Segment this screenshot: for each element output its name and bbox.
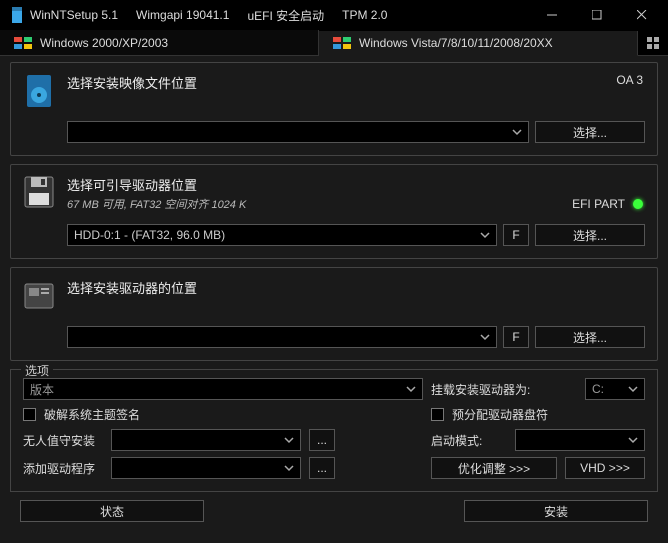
image-location-group: 选择安装映像文件位置 OA 3 选择... <box>10 62 658 156</box>
app-icon <box>10 7 24 23</box>
install-select-button[interactable]: 选择... <box>535 326 645 348</box>
add-driver-browse-button[interactable]: ... <box>309 457 335 479</box>
status-button[interactable]: 状态 <box>20 500 204 522</box>
chevron-down-icon <box>478 228 492 245</box>
image-location-title: 选择安装映像文件位置 <box>67 73 197 92</box>
efi-part-badge: EFI PART <box>572 197 625 211</box>
disc-box-icon <box>23 73 55 109</box>
boot-select-button[interactable]: 选择... <box>535 224 645 246</box>
status-led-icon <box>633 199 643 209</box>
add-driver-label: 添加驱动程序 <box>23 460 103 477</box>
tab-modern-label: Windows Vista/7/8/10/11/2008/20XX <box>359 36 553 50</box>
boot-drive-title: 选择可引导驱动器位置 <box>67 175 246 194</box>
version-select[interactable]: 版本 <box>23 378 423 400</box>
tab-menu-button[interactable] <box>638 30 668 55</box>
tpm-label: TPM 2.0 <box>342 8 387 22</box>
unattended-browse-button[interactable]: ... <box>309 429 335 451</box>
windows-flag-icon <box>14 37 32 49</box>
chevron-down-icon <box>282 433 296 450</box>
minimize-button[interactable] <box>529 0 574 30</box>
options-legend: 选项 <box>21 362 53 379</box>
uefi-label: uEFI 安全启动 <box>247 7 324 24</box>
image-path-combo[interactable] <box>67 121 529 143</box>
install-drive-combo[interactable] <box>67 326 497 348</box>
unattended-select[interactable] <box>111 429 301 451</box>
oa3-badge: OA 3 <box>616 73 643 87</box>
floppy-icon <box>23 175 55 211</box>
image-select-button[interactable]: 选择... <box>535 121 645 143</box>
tab-legacy-label: Windows 2000/XP/2003 <box>40 36 168 50</box>
crack-theme-label: 破解系统主题签名 <box>44 406 140 423</box>
options-group: 选项 版本 挂载安装驱动器为: C: <box>10 369 658 492</box>
app-title: WinNTSetup 5.1 <box>30 8 118 22</box>
install-drive-title: 选择安装驱动器的位置 <box>67 278 197 297</box>
maximize-button[interactable] <box>574 0 619 30</box>
prealloc-checkbox[interactable] <box>431 408 444 421</box>
chevron-down-icon <box>626 433 640 450</box>
close-button[interactable] <box>619 0 664 30</box>
add-driver-select[interactable] <box>111 457 301 479</box>
mount-value: C: <box>592 382 604 396</box>
chevron-down-icon <box>510 125 524 142</box>
wimgapi-label: Wimgapi 19041.1 <box>136 8 229 22</box>
boot-drive-sub: 67 MB 可用, FAT32 空间对齐 1024 K <box>67 196 246 212</box>
install-drive-icon <box>23 278 55 314</box>
windows-flag-icon <box>333 37 351 49</box>
titlebar: WinNTSetup 5.1 Wimgapi 19041.1 uEFI 安全启动… <box>0 0 668 30</box>
install-button[interactable]: 安装 <box>464 500 648 522</box>
unattended-label: 无人值守安装 <box>23 432 103 449</box>
boot-format-button[interactable]: F <box>503 224 529 246</box>
chevron-down-icon <box>478 330 492 347</box>
crack-theme-checkbox[interactable] <box>23 408 36 421</box>
chevron-down-icon <box>404 382 418 399</box>
boot-mode-select[interactable] <box>515 429 645 451</box>
install-drive-group: 选择安装驱动器的位置 F 选择... <box>10 267 658 361</box>
boot-drive-value: HDD-0:1 - (FAT32, 96.0 MB) <box>74 228 225 242</box>
prealloc-label: 预分配驱动器盘符 <box>452 406 548 423</box>
boot-mode-label: 启动模式: <box>431 432 482 449</box>
tab-modern[interactable]: Windows Vista/7/8/10/11/2008/20XX <box>319 31 638 56</box>
chevron-down-icon <box>626 382 640 399</box>
chevron-down-icon <box>282 461 296 478</box>
mount-letter-select[interactable]: C: <box>585 378 645 400</box>
mount-label: 挂载安装驱动器为: <box>431 381 530 398</box>
tab-bar: Windows 2000/XP/2003 Windows Vista/7/8/1… <box>0 30 668 56</box>
vhd-button[interactable]: VHD >>> <box>565 457 645 479</box>
footer: 状态 安装 <box>10 500 658 532</box>
version-placeholder: 版本 <box>30 381 54 398</box>
install-format-button[interactable]: F <box>503 326 529 348</box>
tab-legacy[interactable]: Windows 2000/XP/2003 <box>0 30 319 55</box>
boot-drive-combo[interactable]: HDD-0:1 - (FAT32, 96.0 MB) <box>67 224 497 246</box>
boot-drive-group: 选择可引导驱动器位置 67 MB 可用, FAT32 空间对齐 1024 K E… <box>10 164 658 259</box>
tune-button[interactable]: 优化调整 >>> <box>431 457 557 479</box>
